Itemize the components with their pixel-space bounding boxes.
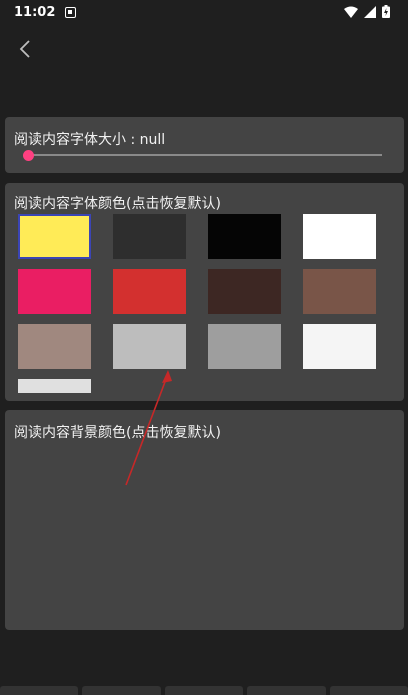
bottom-tab[interactable] (329, 686, 408, 695)
back-button[interactable] (10, 34, 40, 64)
battery-charging-icon (382, 5, 390, 18)
color-swatch[interactable] (208, 324, 281, 369)
status-bar: 11:02 (0, 0, 408, 24)
toolbar (0, 24, 408, 72)
color-swatch[interactable] (303, 269, 376, 314)
signal-icon (364, 5, 376, 18)
wifi-icon (344, 6, 358, 18)
color-swatch[interactable] (113, 214, 186, 259)
bottom-tab-strip (0, 686, 408, 695)
slider-thumb[interactable] (23, 150, 34, 161)
color-swatch[interactable] (113, 269, 186, 314)
color-swatch[interactable] (18, 214, 91, 259)
color-swatch[interactable] (303, 324, 376, 369)
slider-track (28, 154, 382, 156)
status-time: 11:02 (14, 4, 56, 20)
color-swatch[interactable] (208, 214, 281, 259)
bottom-tab[interactable] (82, 686, 161, 695)
color-swatch[interactable] (18, 269, 91, 314)
font-size-card: 阅读内容字体大小 : null (5, 117, 404, 173)
bottom-tab[interactable] (0, 686, 79, 695)
color-swatch[interactable] (18, 324, 91, 369)
color-swatch[interactable] (208, 269, 281, 314)
background-color-title[interactable]: 阅读内容背景颜色(点击恢复默认) (14, 422, 221, 442)
font-size-title: 阅读内容字体大小 : null (14, 132, 166, 148)
font-size-slider[interactable] (18, 147, 382, 163)
color-swatch[interactable] (303, 214, 376, 259)
color-swatch[interactable] (113, 324, 186, 369)
font-color-title[interactable]: 阅读内容字体颜色(点击恢复默认) (14, 193, 221, 213)
background-color-card: 阅读内容背景颜色(点击恢复默认) (5, 410, 404, 630)
notification-icon (65, 6, 77, 18)
bottom-tab[interactable] (247, 686, 326, 695)
status-icons (344, 5, 390, 18)
color-swatch[interactable] (18, 379, 91, 393)
chevron-left-icon (19, 40, 30, 58)
bottom-tab[interactable] (164, 686, 244, 695)
